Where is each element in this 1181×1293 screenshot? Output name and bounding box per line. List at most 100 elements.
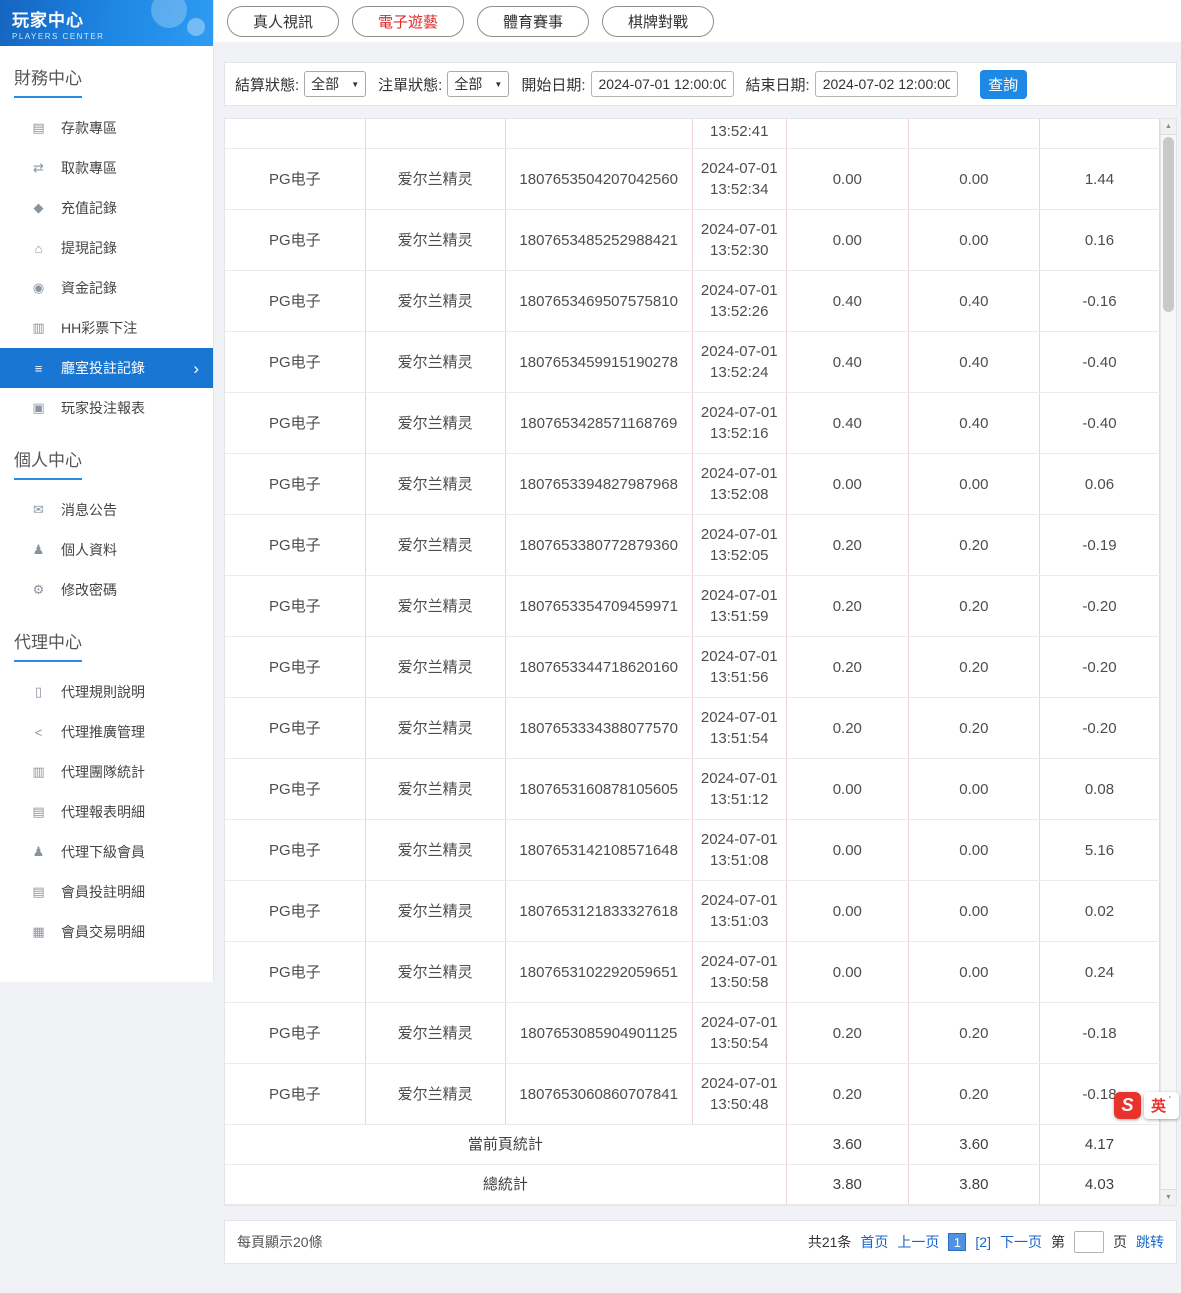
sidebar-section-title: 代理中心 [14,628,82,662]
sidebar-item[interactable]: ▤代理報表明細 [0,792,213,832]
sidebar-nav: 財務中心▤存款專區⇄取款專區◆充值記錄⌂提現記錄◉資金記錄▥HH彩票下注≡廳室投… [0,46,213,952]
cell-bet-amount [786,119,908,149]
cell-game-name: 爱尔兰精灵 [365,820,505,881]
cell-bet-time: 2024-07-0113:52:24 [692,332,786,393]
settle-status-select[interactable]: 全部 ▼ [304,71,366,97]
sidebar-item[interactable]: ◉資金記錄 [0,268,213,308]
sidebar-item[interactable]: ▯代理規則說明 [0,672,213,712]
sidebar-item[interactable]: ▤會員投註明細 [0,872,213,912]
table-scrollbar[interactable]: ▲ ▼ [1160,119,1176,1205]
sidebar-item[interactable]: ≡廳室投註記錄› [0,348,213,388]
member-transaction-icon: ▦ [30,924,47,940]
cell-valid-bet: 0.00 [908,820,1039,881]
sidebar-item[interactable]: ♟個人資料 [0,530,213,570]
sidebar-item[interactable]: ▥HH彩票下注 [0,308,213,348]
cell-game-type: PG电子 [225,576,365,637]
cell-bet-amount: 0.00 [786,942,908,1003]
tab-sports[interactable]: 體育賽事 [477,6,589,37]
cell-game-name: 爱尔兰精灵 [365,942,505,1003]
main-content: 真人視訊電子遊藝體育賽事棋牌對戰 結算狀態: 全部 ▼ 注單狀態: 全部 ▼ 開… [214,0,1181,1264]
table-row: PG电子爱尔兰精灵18076533447186201602024-07-0113… [225,637,1160,698]
order-status-value: 全部 [454,74,482,94]
pagination-next-page[interactable]: 下一页 [1000,1232,1042,1252]
sidebar-item[interactable]: <代理推廣管理 [0,712,213,752]
cell-valid-bet: 0.00 [908,759,1039,820]
start-date-input[interactable] [591,71,734,97]
end-date-input[interactable] [815,71,958,97]
sidebar-item[interactable]: ▤存款專區 [0,108,213,148]
cell-bet-amount: 0.20 [786,515,908,576]
cell-order-id: 1807653459915190278 [505,332,692,393]
sidebar-item[interactable]: ♟代理下級會員 [0,832,213,872]
rules-doc-icon: ▯ [30,684,47,700]
cell-game-name: 爱尔兰精灵 [365,332,505,393]
pagination-page-2[interactable]: [2] [975,1234,991,1250]
cell-game-type: PG电子 [225,393,365,454]
pagination-jump-button[interactable]: 跳转 [1136,1232,1164,1252]
settle-status-label: 結算狀態: [235,74,299,95]
tab-live-casino[interactable]: 真人視訊 [227,6,339,37]
sidebar-item-label: 提現記錄 [61,238,117,258]
pagination-first-page[interactable]: 首页 [860,1232,888,1252]
sidebar-item[interactable]: ⇄取款專區 [0,148,213,188]
query-button[interactable]: 查詢 [980,70,1027,99]
ime-language-badge: 英 ˈ [1144,1092,1179,1119]
scroll-down-icon[interactable]: ▼ [1161,1189,1176,1205]
cell-win-loss: -0.40 [1039,332,1159,393]
tab-electronic-games[interactable]: 電子遊藝 [352,6,464,37]
pagination-prev-page[interactable]: 上一页 [897,1232,939,1252]
pagination-page-1[interactable]: 1 [948,1233,966,1251]
sidebar-item-label: 代理團隊統計 [61,762,145,782]
tab-board-games[interactable]: 棋牌對戰 [602,6,714,37]
sidebar-item[interactable]: ◆充值記錄 [0,188,213,228]
team-stats-icon: ▥ [30,764,47,780]
order-status-select[interactable]: 全部 ▼ [447,71,509,97]
sidebar-item[interactable]: ▦會員交易明細 [0,912,213,952]
cell-bet-amount: 0.20 [786,1003,908,1064]
table-row: PG电子爱尔兰精灵18076534599151902782024-07-0113… [225,332,1160,393]
cell-bet-time: 2024-07-0113:50:48 [692,1064,786,1125]
sidebar-item-label: 代理報表明細 [61,802,145,822]
cell-game-name: 爱尔兰精灵 [365,576,505,637]
sidebar-item-label: 取款專區 [61,158,117,178]
sidebar-item[interactable]: ⌂提現記錄 [0,228,213,268]
sidebar-item[interactable]: ▣玩家投注報表 [0,388,213,428]
cell-game-name: 爱尔兰精灵 [365,271,505,332]
cell-valid-bet: 3.60 [908,1125,1039,1165]
cell-valid-bet: 0.20 [908,637,1039,698]
cell-bet-time: 2024-07-0113:52:08 [692,454,786,515]
cell-order-id: 1807653380772879360 [505,515,692,576]
user-icon: ♟ [30,542,47,558]
cell-bet-time: 2024-07-0113:52:26 [692,271,786,332]
cell-bet-amount: 0.00 [786,210,908,271]
cell-order-id: 1807653394827987968 [505,454,692,515]
cell-order-id: 1807653428571168769 [505,393,692,454]
ime-indicator[interactable]: S 英 ˈ [1114,1092,1179,1119]
table-row: PG电子爱尔兰精灵18076531022920596512024-07-0113… [225,942,1160,1003]
cell-bet-time: 2024-07-0113:51:03 [692,881,786,942]
table-row: PG电子爱尔兰精灵18076531608781056052024-07-0113… [225,759,1160,820]
chevron-down-icon: ▼ [351,80,359,89]
cell-bet-amount: 0.40 [786,393,908,454]
sidebar-item-label: 玩家投注報表 [61,398,145,418]
cell-bet-time: 2024-07-0113:52:05 [692,515,786,576]
cell-game-type: PG电子 [225,149,365,210]
cell-game-name: 爱尔兰精灵 [365,210,505,271]
sidebar-item[interactable]: ✉消息公告 [0,490,213,530]
sidebar-item[interactable]: ⚙修改密碼 [0,570,213,610]
cell-bet-amount: 0.40 [786,332,908,393]
cell-bet-amount: 0.20 [786,698,908,759]
sidebar-item[interactable]: ▥ 代理團隊統計 [0,752,213,792]
cell-bet-amount: 0.00 [786,454,908,515]
scrollbar-thumb[interactable] [1163,137,1174,312]
sogou-logo-icon: S [1114,1092,1141,1119]
cell-order-id: 1807653142108571648 [505,820,692,881]
scroll-up-icon[interactable]: ▲ [1161,119,1176,135]
pagination-jump-input[interactable] [1074,1231,1104,1253]
cell-game-type: PG电子 [225,942,365,1003]
ime-mark: ˈ [1168,1095,1172,1107]
cell-bet-amount: 0.20 [786,576,908,637]
end-date-label: 結束日期: [746,74,810,95]
cell-game-type: PG电子 [225,1064,365,1125]
cell-valid-bet: 0.40 [908,332,1039,393]
